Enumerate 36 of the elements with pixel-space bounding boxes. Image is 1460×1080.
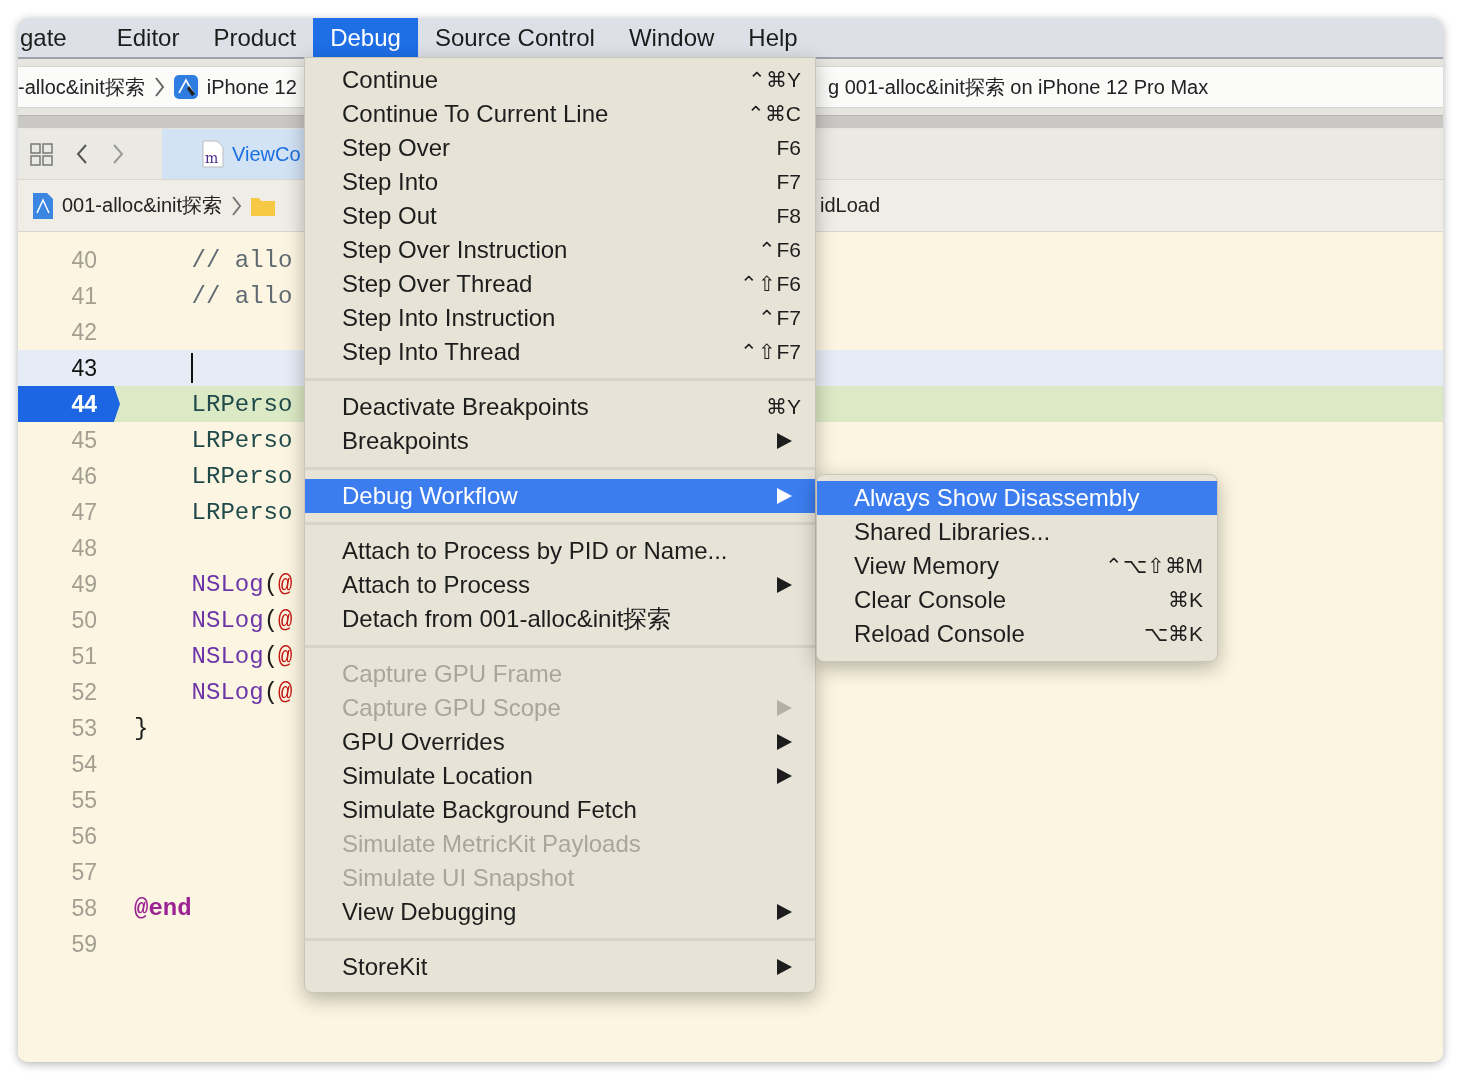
- line-number: 47: [70, 497, 98, 527]
- line-number: 53: [70, 713, 98, 743]
- code-line: // allo: [190, 246, 293, 274]
- line-number: 48: [70, 533, 98, 563]
- line-number: 50: [70, 605, 98, 635]
- line-number: 49: [70, 569, 98, 599]
- code-line: LRPerso: [190, 426, 293, 454]
- instruction-pointer: 44: [18, 386, 120, 422]
- code-line: }: [134, 714, 149, 742]
- device-label: iPhone 12: [206, 75, 297, 99]
- line-number: 46: [70, 461, 98, 491]
- scheme-label: -alloc&init探索: [18, 74, 145, 100]
- line-number: 56: [70, 821, 98, 851]
- activity-status: g 001-alloc&init探索 on iPhone 12 Pro Max: [828, 74, 1209, 100]
- code-line: @end: [134, 894, 192, 922]
- code-line: LRPerso: [190, 462, 293, 490]
- line-number: 43: [70, 353, 98, 383]
- line-number: 57: [70, 857, 98, 887]
- line-number: 51: [70, 641, 98, 671]
- line-number: 58: [70, 893, 98, 923]
- code-line: NSLog(@: [190, 606, 293, 634]
- line-number: 40: [70, 245, 98, 275]
- code-line: LRPerso: [190, 390, 293, 418]
- code-line: // allo: [190, 282, 293, 310]
- line-number: 42: [70, 317, 98, 347]
- code-line: NSLog(@: [190, 642, 293, 670]
- line-number: 41: [70, 281, 98, 311]
- line-number: 59: [70, 929, 98, 959]
- line-number: 52: [70, 677, 98, 707]
- line-number: 54: [70, 749, 98, 779]
- line-number: 55: [70, 785, 98, 815]
- line-number: 45: [70, 425, 98, 455]
- code-line: NSLog(@: [190, 570, 293, 598]
- code-line: LRPerso: [190, 498, 293, 526]
- file-icon: m: [202, 140, 224, 168]
- code-line: NSLog(@: [190, 678, 293, 706]
